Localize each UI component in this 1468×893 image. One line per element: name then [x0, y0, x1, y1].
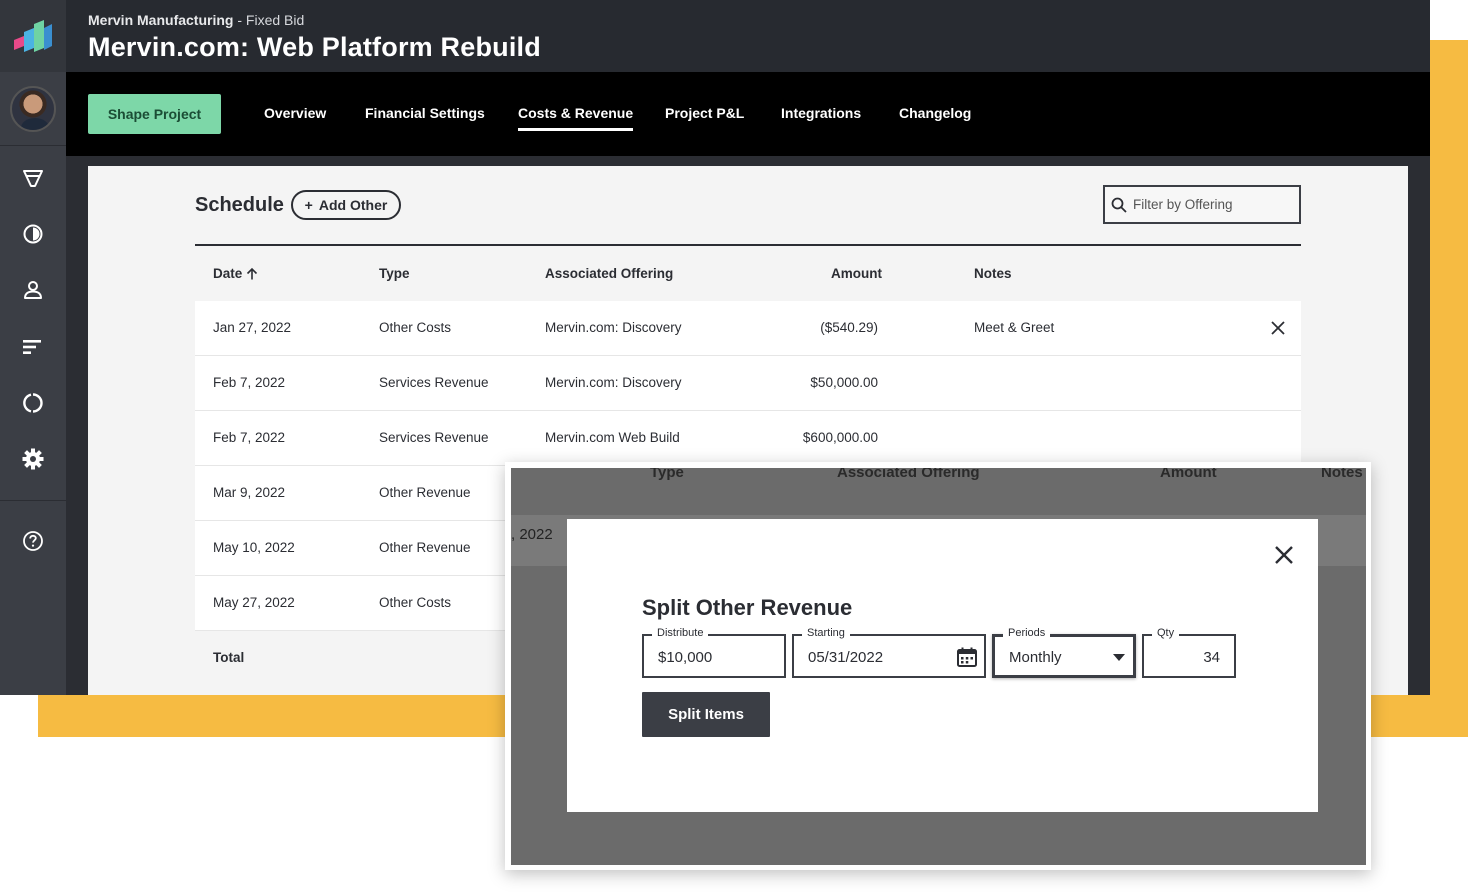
- shape-project-button[interactable]: Shape Project: [88, 94, 221, 134]
- nav-help[interactable]: [0, 521, 66, 561]
- nav-cycle[interactable]: [0, 383, 66, 423]
- project-header: Mervin Manufacturing - Fixed Bid Mervin.…: [66, 0, 1430, 72]
- cell-notes: Meet & Greet: [974, 320, 1055, 335]
- column-notes[interactable]: Notes: [974, 266, 1012, 281]
- filter-field[interactable]: [1103, 185, 1301, 224]
- filter-input[interactable]: [1133, 197, 1293, 212]
- search-icon: [1111, 197, 1127, 213]
- starting-value: 05/31/2022: [808, 649, 884, 666]
- user-icon: [24, 281, 42, 299]
- tab-financial-settings[interactable]: Financial Settings: [365, 105, 485, 121]
- close-icon[interactable]: [1273, 544, 1295, 566]
- avatar[interactable]: [10, 85, 56, 132]
- cell-date: Mar 9, 2022: [213, 485, 286, 500]
- sidebar-divider: [0, 500, 66, 501]
- table-header: Date Type Associated Offering Amount Not…: [195, 244, 1301, 301]
- sidebar: [0, 0, 66, 695]
- timer-icon: [23, 224, 43, 244]
- column-type[interactable]: Type: [379, 266, 410, 281]
- total-label: Total: [213, 650, 245, 665]
- nav-people[interactable]: [0, 270, 66, 310]
- cell-type: Other Costs: [379, 320, 452, 335]
- tab-costs-revenue[interactable]: Costs & Revenue: [518, 105, 634, 131]
- nav-reports[interactable]: [0, 327, 66, 367]
- starting-label: Starting: [802, 627, 850, 639]
- nav-settings[interactable]: [0, 439, 66, 479]
- breadcrumb: Mervin Manufacturing - Fixed Bid: [88, 12, 304, 28]
- nav-time[interactable]: [0, 214, 66, 254]
- ghost-column-amount: Amount: [1160, 468, 1217, 481]
- logo-icon: [14, 20, 52, 52]
- decorative-frame-right: [1430, 40, 1468, 737]
- table-row[interactable]: Jan 27, 2022 Other Costs Mervin.com: Dis…: [195, 301, 1301, 356]
- tab-integrations[interactable]: Integrations: [781, 105, 861, 121]
- distribute-label: Distribute: [652, 627, 709, 639]
- sort-ascending-icon: [246, 267, 258, 280]
- cell-date: May 10, 2022: [213, 540, 295, 555]
- cell-type: Other Revenue: [379, 540, 471, 555]
- ghost-column-offering: Associated Offering: [837, 468, 980, 481]
- add-other-button[interactable]: + Add Other: [291, 190, 401, 220]
- cell-offering: Mervin.com: Discovery: [545, 320, 682, 335]
- cell-type: Services Revenue: [379, 430, 489, 445]
- cell-amount: $50,000.00: [810, 375, 878, 390]
- starting-date-field[interactable]: Starting 05/31/2022: [792, 627, 986, 678]
- cycle-icon: [23, 393, 43, 413]
- section-title: Schedule: [195, 194, 284, 216]
- cell-offering: Mervin.com: Discovery: [545, 375, 682, 390]
- tab-changelog[interactable]: Changelog: [899, 105, 971, 121]
- cell-date: May 27, 2022: [213, 595, 295, 610]
- tab-overview[interactable]: Overview: [264, 105, 326, 121]
- user-avatar-area[interactable]: [0, 72, 66, 146]
- table-row[interactable]: Feb 7, 2022 Services Revenue Mervin.com …: [195, 411, 1301, 466]
- column-date-label: Date: [213, 266, 243, 281]
- page-title: Mervin.com: Web Platform Rebuild: [88, 32, 541, 62]
- plus-icon: +: [304, 197, 313, 213]
- ghost-date: , 2022: [511, 526, 553, 543]
- tab-project-pl[interactable]: Project P&L: [665, 105, 744, 121]
- cell-date: Feb 7, 2022: [213, 430, 286, 445]
- ghost-column-notes: Notes: [1321, 468, 1363, 481]
- cell-type: Other Revenue: [379, 485, 471, 500]
- periods-value: Monthly: [1009, 649, 1062, 666]
- column-offering[interactable]: Associated Offering: [545, 266, 673, 281]
- cell-date: Jan 27, 2022: [213, 320, 292, 335]
- periods-label: Periods: [1003, 627, 1051, 639]
- calendar-icon[interactable]: [956, 646, 978, 668]
- qty-value: 34: [1203, 649, 1220, 666]
- nav-pipeline[interactable]: [0, 158, 66, 198]
- qty-label: Qty: [1152, 627, 1180, 639]
- column-date[interactable]: Date: [213, 266, 258, 281]
- ghost-column-type: Type: [650, 468, 684, 481]
- split-items-button[interactable]: Split Items: [642, 692, 770, 737]
- bars-icon: [23, 340, 41, 354]
- cell-type: Services Revenue: [379, 375, 489, 390]
- distribute-value: $10,000: [658, 649, 713, 666]
- funnel-icon: [23, 170, 43, 187]
- cell-date: Feb 7, 2022: [213, 375, 286, 390]
- chevron-down-icon: [1113, 654, 1125, 661]
- client-link[interactable]: Mervin Manufacturing: [88, 12, 233, 28]
- split-revenue-dialog: Split Other Revenue Distribute $10,000 S…: [567, 519, 1318, 812]
- qty-field[interactable]: Qty 34: [1142, 627, 1236, 678]
- cell-type: Other Costs: [379, 595, 452, 610]
- table-row[interactable]: Feb 7, 2022 Services Revenue Mervin.com:…: [195, 356, 1301, 411]
- billing-type: Fixed Bid: [245, 12, 305, 28]
- close-icon[interactable]: [1269, 319, 1287, 337]
- add-other-label: Add Other: [318, 197, 388, 213]
- cell-amount: ($540.29): [820, 320, 878, 335]
- column-amount[interactable]: Amount: [831, 266, 882, 281]
- cell-amount: $600,000.00: [802, 430, 878, 445]
- dialog-title: Split Other Revenue: [642, 595, 853, 620]
- periods-select[interactable]: Periods Monthly: [992, 627, 1136, 678]
- gear-icon: [22, 448, 44, 470]
- cell-offering: Mervin.com Web Build: [545, 430, 680, 445]
- project-tabs: Shape Project Overview Financial Setting…: [66, 72, 1430, 156]
- help-icon: [23, 531, 43, 551]
- crumb-separator: -: [237, 12, 246, 28]
- distribute-field[interactable]: Distribute $10,000: [642, 627, 786, 678]
- logo[interactable]: [0, 0, 66, 72]
